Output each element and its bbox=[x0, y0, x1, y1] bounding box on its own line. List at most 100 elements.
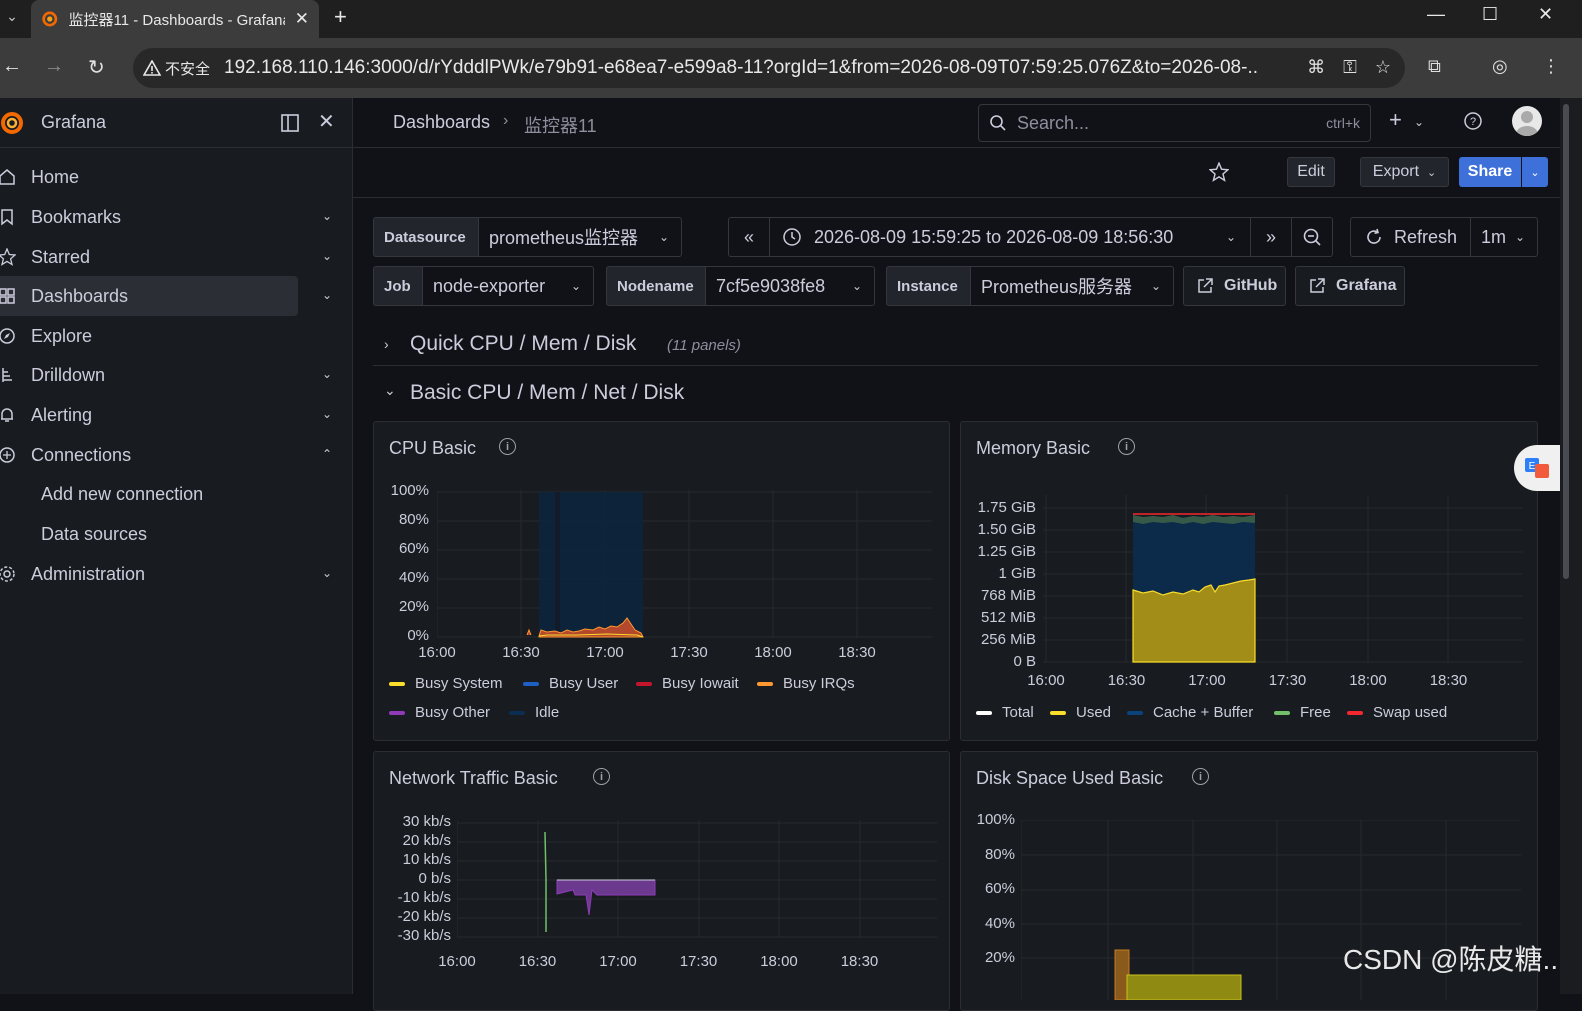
row-title-basic[interactable]: Basic CPU / Mem / Net / Disk bbox=[410, 381, 684, 405]
grafana-link-button[interactable]: Grafana bbox=[1295, 266, 1405, 306]
legend-item[interactable]: Used bbox=[1050, 704, 1111, 721]
chevron-down-icon[interactable]: ⌄ bbox=[1414, 115, 1424, 129]
panel-cpu-basic[interactable]: CPU Basic i 100% 80% 60% 40% 20% 0% 16:00 16:3… bbox=[373, 421, 950, 741]
avatar[interactable] bbox=[1512, 106, 1542, 136]
github-link-button[interactable]: GitHub bbox=[1183, 266, 1286, 306]
export-button[interactable]: Export ⌄ bbox=[1360, 157, 1449, 187]
datasource-select[interactable]: prometheus监控器 ⌄ bbox=[478, 217, 682, 257]
legend-label: Free bbox=[1300, 704, 1331, 721]
time-shift-forward-icon[interactable]: » bbox=[1250, 217, 1292, 257]
scrollbar-thumb[interactable] bbox=[1563, 104, 1569, 579]
maximize-icon[interactable]: ☐ bbox=[1482, 4, 1498, 25]
row-title-quick[interactable]: Quick CPU / Mem / Disk bbox=[410, 332, 636, 356]
extensions-icon[interactable]: ⧉ bbox=[1428, 56, 1441, 77]
url-text[interactable]: 192.168.110.146:3000/d/rYdddlPWk/e79b91-… bbox=[224, 57, 1258, 79]
translate-icon[interactable]: ⌘ bbox=[1307, 57, 1325, 78]
star-icon[interactable] bbox=[1209, 162, 1229, 182]
share-dropdown-icon[interactable]: ⌄ bbox=[1522, 157, 1548, 187]
sidebar-item-administration[interactable]: Administration bbox=[0, 554, 298, 594]
window-close-icon[interactable]: ✕ bbox=[1538, 4, 1553, 25]
legend-item[interactable]: Free bbox=[1274, 704, 1331, 721]
refresh-interval-select[interactable]: 1m ⌄ bbox=[1470, 217, 1538, 257]
new-plus-icon[interactable]: + bbox=[1389, 107, 1402, 133]
legend-item[interactable]: Busy Other bbox=[389, 704, 490, 721]
instance-select[interactable]: Prometheus服务器 ⌄ bbox=[970, 266, 1174, 306]
time-range-picker[interactable]: 2026-08-09 15:59:25 to 2026-08-09 18:56:… bbox=[769, 217, 1251, 257]
refresh-interval-value: 1m bbox=[1481, 226, 1507, 247]
bookmark-icon bbox=[1, 209, 13, 226]
sidebar-item-home[interactable]: Home bbox=[0, 157, 298, 197]
y-tick-label: 20% bbox=[398, 598, 429, 615]
profile-icon[interactable]: ◎ bbox=[1492, 56, 1508, 77]
password-key-icon[interactable]: ⚿ bbox=[1343, 57, 1357, 78]
share-button[interactable]: Share bbox=[1459, 157, 1521, 187]
chevron-down-icon[interactable]: ⌄ bbox=[322, 209, 332, 223]
legend-item[interactable]: Idle bbox=[509, 704, 559, 721]
panel-memory-basic[interactable]: Memory Basic i 1.75 GiB 1.50 GiB 1.25 GiB 1… bbox=[960, 421, 1538, 741]
sidebar-item-bookmarks[interactable]: Bookmarks bbox=[0, 197, 298, 237]
y-tick-label: 30 kb/s bbox=[402, 813, 451, 830]
legend-item[interactable]: Busy IRQs bbox=[757, 675, 855, 692]
job-select[interactable]: node-exporter ⌄ bbox=[422, 266, 594, 306]
sidebar-item-explore[interactable]: Explore bbox=[0, 316, 298, 356]
edit-button[interactable]: Edit bbox=[1287, 157, 1335, 187]
chevron-up-icon[interactable]: ⌃ bbox=[322, 447, 332, 461]
panel-network-traffic-basic[interactable]: Network Traffic Basic i 30 kb/s 20 kb/s 10… bbox=[373, 751, 950, 1011]
chevron-down-icon[interactable]: ⌄ bbox=[322, 288, 332, 302]
help-icon[interactable]: ? bbox=[1463, 111, 1483, 131]
grafana-app: Grafana ✕ Home Bookmarks ⌄ Starred ⌄ Das… bbox=[0, 98, 1582, 1011]
sidebar-item-data-sources[interactable]: Data sources bbox=[0, 514, 298, 554]
sidebar-item-drilldown[interactable]: Drilldown bbox=[0, 355, 298, 395]
info-icon[interactable]: i bbox=[593, 768, 610, 785]
legend-item[interactable]: Total bbox=[976, 704, 1034, 721]
chevron-right-icon[interactable]: › bbox=[384, 336, 389, 352]
sidebar-item-starred[interactable]: Starred bbox=[0, 237, 298, 277]
bookmark-star-icon[interactable]: ☆ bbox=[1375, 57, 1391, 78]
compass-icon bbox=[0, 328, 15, 344]
zoom-out-icon[interactable] bbox=[1291, 217, 1333, 257]
y-tick-label: 80% bbox=[984, 845, 1015, 863]
grafana-logo-icon[interactable] bbox=[0, 109, 26, 137]
browser-menu-icon[interactable]: ⋮ bbox=[1542, 56, 1560, 77]
nodename-select[interactable]: 7cf5e9038fe8 ⌄ bbox=[705, 266, 875, 306]
network-chart bbox=[457, 820, 937, 938]
chevron-down-icon: ⌄ bbox=[1150, 279, 1161, 293]
back-icon[interactable]: ← bbox=[2, 55, 22, 78]
chevron-down-icon[interactable]: ⌄ bbox=[384, 382, 396, 399]
sidebar-item-dashboards[interactable]: Dashboards bbox=[0, 276, 298, 316]
search-input[interactable]: Search... ctrl+k bbox=[978, 104, 1371, 142]
chevron-down-icon[interactable]: ⌄ bbox=[322, 566, 332, 580]
legend-item[interactable]: Busy System bbox=[389, 675, 503, 692]
breadcrumb-dashboards[interactable]: Dashboards bbox=[393, 112, 490, 133]
x-tick-label: 17:00 bbox=[586, 644, 624, 661]
legend-item[interactable]: Busy User bbox=[523, 675, 618, 692]
forward-icon[interactable]: → bbox=[44, 55, 64, 78]
legend-item[interactable]: Cache + Buffer bbox=[1127, 704, 1253, 721]
sidebar-item-label: Add new connection bbox=[41, 483, 204, 504]
minimize-icon[interactable]: — bbox=[1427, 4, 1445, 25]
dock-menu-icon[interactable] bbox=[280, 113, 300, 133]
legend-item[interactable]: Swap used bbox=[1347, 704, 1447, 721]
translate-extension-icon[interactable]: E bbox=[1514, 445, 1560, 491]
chevron-down-icon[interactable]: ⌄ bbox=[322, 407, 332, 421]
tab-close-icon[interactable]: ✕ bbox=[295, 9, 309, 29]
new-tab-icon[interactable]: + bbox=[334, 4, 347, 30]
reload-icon[interactable]: ↻ bbox=[88, 55, 105, 80]
x-tick-label: 17:00 bbox=[1188, 672, 1226, 689]
close-menu-icon[interactable]: ✕ bbox=[318, 109, 335, 134]
chevron-down-icon[interactable]: ⌄ bbox=[322, 367, 332, 381]
info-icon[interactable]: i bbox=[499, 438, 516, 455]
chevron-down-icon[interactable]: ⌄ bbox=[322, 249, 332, 263]
info-icon[interactable]: i bbox=[1192, 768, 1209, 785]
time-shift-back-icon[interactable]: « bbox=[728, 217, 770, 257]
info-icon[interactable]: i bbox=[1118, 438, 1135, 455]
tab-search-icon[interactable]: ⌄ bbox=[0, 0, 24, 32]
browser-tab[interactable]: 监控器11 - Dashboards - Grafana ✕ bbox=[31, 0, 319, 38]
security-indicator[interactable]: 不安全 bbox=[143, 58, 210, 79]
address-bar[interactable]: 不安全 192.168.110.146:3000/d/rYdddlPWk/e79… bbox=[133, 48, 1405, 88]
sidebar-item-connections[interactable]: Connections bbox=[0, 435, 298, 475]
legend-item[interactable]: Busy Iowait bbox=[636, 675, 739, 692]
sidebar-item-add-new-connection[interactable]: Add new connection bbox=[0, 474, 298, 514]
sidebar-item-alerting[interactable]: Alerting bbox=[0, 395, 298, 435]
refresh-button[interactable]: Refresh bbox=[1350, 217, 1471, 257]
